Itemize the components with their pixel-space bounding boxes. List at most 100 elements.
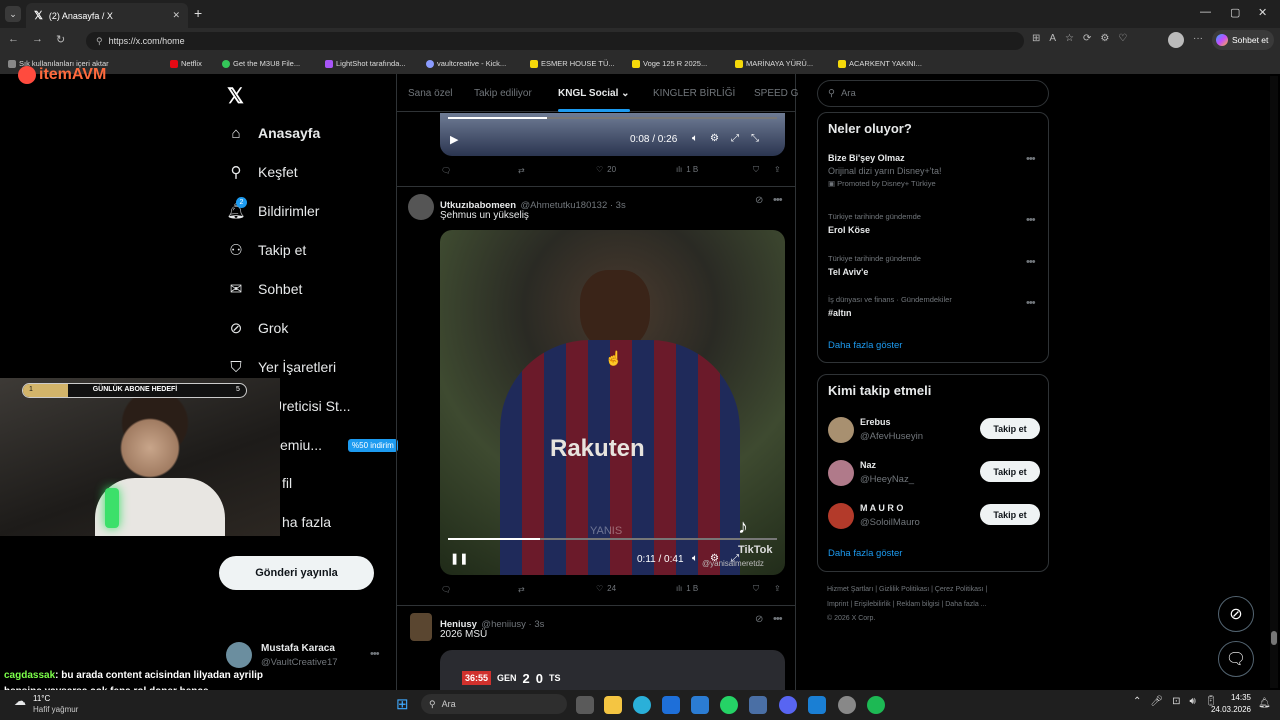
refresh-icon[interactable]: ↻	[56, 33, 65, 46]
whatsapp-icon[interactable]	[720, 696, 738, 714]
obs-icon[interactable]	[838, 696, 856, 714]
tweet-video[interactable]: Rakuten YANIS ♪ TikTok @yanisalmeretdz ❚…	[440, 230, 785, 575]
nav-follow[interactable]: ⚇ Takip et	[228, 242, 306, 259]
forward-icon[interactable]: →	[32, 33, 43, 45]
app-icon[interactable]	[808, 696, 826, 714]
follow-suggestion[interactable]: M A U R O @SoloilMauro Takip et	[828, 501, 1040, 531]
task-view-icon[interactable]	[576, 696, 594, 714]
site-info-icon[interactable]: ⚲	[96, 36, 103, 47]
bookmark-tweet-icon[interactable]: ⛉	[753, 584, 759, 594]
video-progress[interactable]	[448, 117, 777, 119]
search-input[interactable]: ⚲ Ara	[817, 80, 1049, 107]
retweet-icon[interactable]: ⇄	[518, 166, 525, 175]
video-controls-icons[interactable]: 🔈︎⚙⤢⤡	[692, 133, 771, 144]
footer-links-2[interactable]: Imprint | Erişilebilirlik | Reklam bilgi…	[827, 601, 987, 608]
trend-item[interactable]: İş dünyası ve finans · Gündemdekiler #al…	[828, 295, 1040, 318]
url-field[interactable]: ⚲ https://x.com/home	[86, 32, 1024, 50]
new-tab-icon[interactable]: +	[194, 5, 202, 21]
like-button[interactable]: ♡ 24	[596, 584, 616, 593]
grok-tweet-icon[interactable]: ⊘	[755, 195, 763, 206]
x-home-logo-icon[interactable]: 𝕏	[227, 84, 244, 109]
post-button[interactable]: Gönderi yayınla	[219, 556, 374, 590]
like-button[interactable]: ♡ 20	[596, 165, 616, 174]
browser-toolbar-icons[interactable]: ⊞A☆⟳⚙♡	[1032, 33, 1136, 44]
follow-button[interactable]: Takip et	[980, 504, 1040, 525]
clock-time[interactable]: 14:35	[1211, 693, 1251, 702]
chat-fab-icon[interactable]: 🗨︎	[1218, 641, 1254, 677]
bookmark-netflix[interactable]: Netflix	[170, 59, 202, 68]
follow-suggestion[interactable]: Erebus @AfevHuseyin Takip et	[828, 415, 1040, 445]
retweet-icon[interactable]: ⇄	[518, 585, 525, 594]
nav-profile[interactable]: fil	[282, 475, 292, 491]
play-icon[interactable]: ▶	[450, 133, 458, 146]
trend-item[interactable]: Türkiye tarihinde gündemde Erol Köse •••	[828, 212, 1040, 235]
tweet-avatar[interactable]	[408, 194, 434, 220]
nav-grok[interactable]: ⊘ Grok	[228, 320, 289, 337]
nav-chat[interactable]: ✉ Sohbet	[228, 281, 303, 298]
bookmark-m3u8[interactable]: Get the M3U8 File...	[222, 59, 300, 68]
tweet-more-icon[interactable]: •••	[773, 613, 783, 625]
follow-button[interactable]: Takip et	[980, 461, 1040, 482]
nav-premium[interactable]: emiu... %50 indirim	[280, 437, 398, 453]
trend-more-icon[interactable]: •••	[1026, 256, 1036, 268]
maximize-icon[interactable]: ▢	[1230, 6, 1240, 19]
weather-icon[interactable]: ☁	[14, 694, 26, 708]
nav-bookmarks[interactable]: ⛉ Yer İşaretleri	[228, 359, 336, 376]
copilot-button[interactable]: Sohbet et	[1212, 30, 1274, 50]
pause-icon[interactable]: ❚❚	[450, 552, 468, 565]
edge-icon[interactable]	[633, 696, 651, 714]
views-button[interactable]: ılı 1 B	[676, 584, 698, 593]
trend-more-icon[interactable]: •••	[1026, 153, 1036, 165]
notifications-icon[interactable]: 🔔︎	[1258, 698, 1271, 709]
close-window-icon[interactable]: ✕	[1258, 6, 1267, 19]
bookmark-marina[interactable]: MARİNAYA YÜRÜ...	[735, 59, 813, 68]
bookmark-esmer[interactable]: ESMER HOUSE TÜ...	[530, 59, 615, 68]
app-icon[interactable]	[749, 696, 767, 714]
grok-fab-icon[interactable]: ⊘	[1218, 596, 1254, 632]
follow-button[interactable]: Takip et	[980, 418, 1040, 439]
grok-tweet-icon[interactable]: ⊘	[755, 614, 763, 625]
tweet-handle[interactable]: @heniiusy · 3s	[481, 619, 544, 630]
trend-more-icon[interactable]: •••	[1026, 297, 1036, 309]
trends-show-more[interactable]: Daha fazla göster	[828, 340, 902, 351]
bookmark-kick[interactable]: vaultcreative - Kick...	[426, 59, 506, 68]
tab-actions-icon[interactable]: ⌄	[5, 6, 21, 22]
footer-links-1[interactable]: Hizmet Şartları | Gizlilik Politikası | …	[827, 586, 987, 593]
tab-kingler-birligi[interactable]: KINGLER BİRLİĞİ	[653, 88, 735, 99]
nav-explore[interactable]: ⚲ Keşfet	[228, 164, 298, 181]
store-icon[interactable]	[662, 696, 680, 714]
discord-icon[interactable]	[779, 696, 797, 714]
tab-following[interactable]: Takip ediliyor	[474, 88, 532, 99]
browser-tab[interactable]: 𝕏 (2) Anasayfa / X ✕	[26, 3, 188, 28]
trend-item[interactable]: Türkiye tarihinde gündemde Tel Aviv'e ••…	[828, 254, 1040, 277]
tweet-avatar[interactable]	[410, 613, 432, 641]
bookmark-tweet-icon[interactable]: ⛉	[753, 165, 759, 175]
nav-more[interactable]: ha fazla	[282, 514, 331, 530]
scrollbar-thumb[interactable]	[1271, 631, 1277, 645]
windows-start-icon[interactable]: ⊞	[396, 695, 409, 713]
clock-date[interactable]: 24.03.2026	[1205, 705, 1251, 714]
account-menu-icon[interactable]: •••	[370, 648, 380, 660]
bookmark-acarkent[interactable]: ACARKENT YAKINI...	[838, 59, 922, 68]
who-show-more[interactable]: Daha fazla göster	[828, 548, 902, 559]
nav-home[interactable]: ⌂ Anasayfa	[228, 125, 320, 142]
account-avatar[interactable]	[226, 642, 252, 668]
mail-app-icon[interactable]	[691, 696, 709, 714]
prev-video[interactable]: ▶ 0:08 / 0:26 🔈︎⚙⤢⤡	[440, 113, 785, 156]
nav-notifications[interactable]: 🔔︎ 2 Bildirimler	[226, 197, 319, 220]
tab-kngl-social[interactable]: KNGL Social ⌄	[558, 88, 630, 99]
taskbar-search[interactable]: ⚲ Ara	[421, 694, 567, 714]
reply-icon[interactable]: 🗨︎	[441, 585, 451, 594]
tab-speed[interactable]: SPEED G	[754, 88, 798, 99]
reply-icon[interactable]: 🗨︎	[441, 166, 451, 175]
tab-for-you[interactable]: Sana özel	[408, 88, 452, 99]
tweet-handle[interactable]: @Ahmetutku180132 · 3s	[520, 200, 625, 211]
profile-avatar[interactable]	[1168, 32, 1184, 48]
trend-more-icon[interactable]: •••	[1026, 214, 1036, 226]
share-icon[interactable]: ⇪	[774, 584, 781, 593]
views-button[interactable]: ılı 1 B	[676, 165, 698, 174]
tweet-more-icon[interactable]: •••	[773, 194, 783, 206]
close-tab-icon[interactable]: ✕	[172, 10, 180, 21]
trend-item[interactable]: Bize Bi'şey Olmaz Orijinal dizi yarın Di…	[828, 153, 1040, 188]
minimize-icon[interactable]: —	[1200, 6, 1211, 18]
